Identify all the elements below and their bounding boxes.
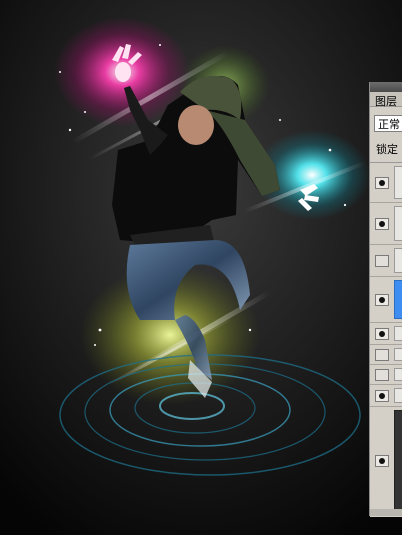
eye-icon[interactable] [375,218,389,230]
layer-row[interactable] [370,163,402,203]
eye-pupil [379,221,385,227]
panel-bottom-bar [370,509,402,516]
layer-row[interactable] [370,203,402,245]
blend-mode-row: 正常 [370,107,402,137]
eye-icon[interactable] [375,455,389,467]
eye-pupil [379,393,385,399]
layer-thumbnail[interactable] [394,166,402,199]
layer-row[interactable] [370,245,402,277]
artwork-canvas[interactable] [0,0,402,535]
layer-row[interactable] [370,323,402,345]
eye-icon[interactable] [375,369,389,381]
layer-thumbnail[interactable] [394,368,402,381]
eye-pupil [379,297,385,303]
layer-thumbnail[interactable] [394,348,402,361]
eye-icon[interactable] [375,328,389,340]
layer-row[interactable] [370,365,402,385]
eye-pupil [379,180,385,186]
eye-icon[interactable] [375,294,389,306]
layer-thumbnail[interactable] [394,410,402,511]
eye-icon[interactable] [375,255,389,267]
layer-thumbnail[interactable] [394,206,402,241]
layers-panel: 图层 正常 锁定 [369,82,402,517]
blend-mode-select[interactable]: 正常 [374,115,402,132]
layer-row[interactable] [370,407,402,515]
layer-thumbnail[interactable] [394,248,402,273]
photoshop-workspace: 图层 正常 锁定 [0,0,402,535]
eye-icon[interactable] [375,349,389,361]
panel-tabs: 图层 [370,92,402,108]
layer-thumbnail[interactable] [394,280,402,319]
layer-thumbnail[interactable] [394,388,402,403]
panel-title-bar[interactable] [370,82,402,92]
layers-list [370,162,402,517]
layer-row[interactable] [370,277,402,323]
layer-row[interactable] [370,385,402,407]
eye-pupil [379,458,385,464]
layer-row[interactable] [370,345,402,365]
lock-label: 锁定 [376,143,398,156]
lock-row: 锁定 [370,137,402,159]
layer-thumbnail[interactable] [394,326,402,341]
eye-icon[interactable] [375,177,389,189]
eye-pupil [379,331,385,337]
eye-icon[interactable] [375,390,389,402]
